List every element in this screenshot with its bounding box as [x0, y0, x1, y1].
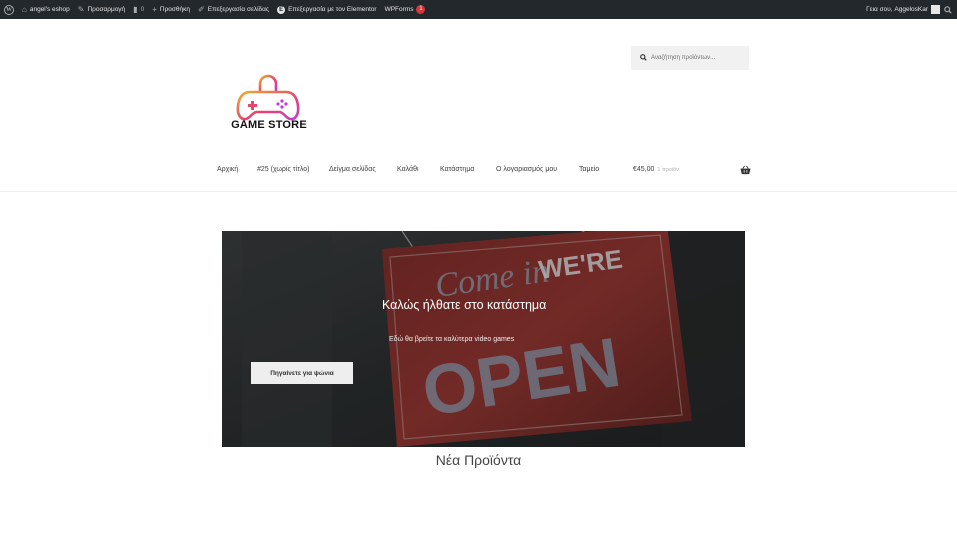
site-name-link[interactable]: ⌂ angel's eshop — [18, 0, 74, 19]
wpforms-notification-badge: 1 — [416, 5, 426, 14]
account-menu[interactable]: Γεια σου, AggelosKar — [862, 0, 942, 19]
search-icon — [944, 5, 952, 14]
wpforms-link[interactable]: WPForms 1 — [381, 0, 430, 19]
nav-item-cart[interactable]: Καλάθι — [397, 166, 419, 173]
nav-item-my-account[interactable]: Ο λογαριασμός μου — [496, 166, 557, 173]
nav-item-sample-page[interactable]: Δείγμα σελίδας — [329, 166, 376, 173]
new-content-link[interactable]: + Προσθήκη — [148, 0, 194, 19]
product-search-input[interactable]: Αναζήτηση προϊόντων... — [631, 46, 749, 70]
hero-subtitle: Εδώ θα βρείτε τα καλύτερα video games — [389, 336, 515, 343]
hero-title: Καλώς ήλθατε στο κατάστημα — [382, 298, 547, 312]
nav-item-shop[interactable]: Κατάστημα — [440, 166, 474, 173]
logo-text: GAME STORE — [231, 119, 307, 131]
nav-item-untitled[interactable]: #25 (χωρίς τίτλο) — [257, 166, 309, 173]
site-name-label: angel's eshop — [29, 6, 70, 13]
search-icon — [640, 53, 647, 63]
comments-count: 0 — [140, 6, 145, 13]
edit-elementor-link[interactable]: E Επεξεργασία με τον Elementor — [273, 0, 380, 19]
wpforms-label: WPForms — [384, 6, 414, 13]
customize-label: Προσαρμογή — [87, 6, 126, 13]
shop-now-button[interactable]: Πηγαίνετε για ψώνια — [251, 362, 353, 384]
elementor-icon: E — [277, 5, 286, 14]
new-products-heading: Νέα Προϊόντα — [435, 452, 522, 468]
admin-search[interactable] — [942, 0, 957, 19]
nav-item-checkout[interactable]: Ταμείο — [579, 166, 599, 173]
header-cart-link[interactable]: €45,00 1 προϊόν — [633, 166, 679, 173]
wp-logo-menu[interactable]: W — [0, 0, 18, 19]
greeting-label: Γεια σου, AggelosKar — [866, 6, 928, 13]
edit-elementor-label: Επεξεργασία με τον Elementor — [288, 6, 377, 13]
edit-page-label: Επεξεργασία σελίδας — [207, 6, 270, 13]
primary-navigation: Αρχική #25 (χωρίς τίτλο) Δείγμα σελίδας … — [0, 166, 957, 180]
admin-bar: W ⌂ angel's eshop ✎ Προσαρμογή ▮ 0 + Προ… — [0, 0, 957, 19]
avatar — [931, 5, 940, 14]
customize-link[interactable]: ✎ Προσαρμογή — [74, 0, 129, 19]
cart-total: €45,00 — [633, 166, 655, 173]
pencil-icon: ✐ — [198, 4, 205, 14]
brush-icon: ✎ — [77, 4, 85, 14]
edit-page-link[interactable]: ✐ Επεξεργασία σελίδας — [194, 0, 273, 19]
home-icon: ⌂ — [22, 4, 27, 14]
comment-icon: ▮ — [133, 4, 138, 14]
comments-link[interactable]: ▮ 0 — [129, 0, 148, 19]
nav-item-home[interactable]: Αρχική — [217, 166, 238, 173]
plus-icon: + — [152, 4, 157, 14]
search-placeholder: Αναζήτηση προϊόντων... — [651, 55, 716, 61]
basket-icon[interactable] — [740, 165, 751, 175]
new-content-label: Προσθήκη — [159, 6, 190, 13]
wordpress-icon: W — [4, 4, 14, 15]
header-divider — [0, 191, 957, 192]
cart-count: 1 προϊόν — [657, 167, 680, 173]
